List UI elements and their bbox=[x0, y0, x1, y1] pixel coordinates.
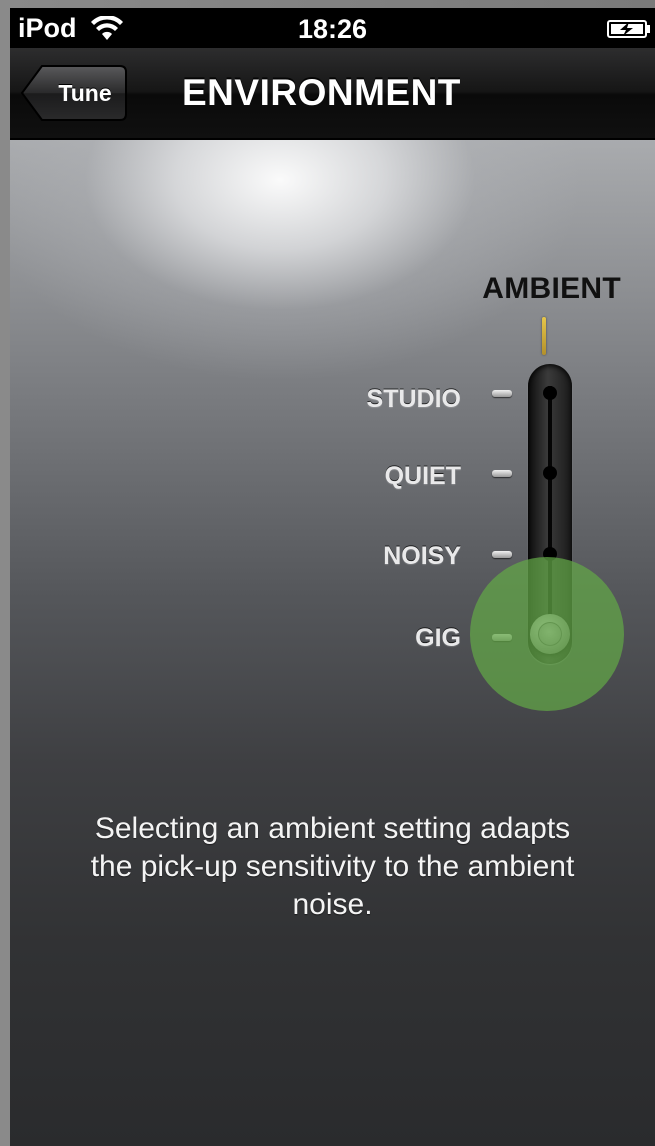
page-title: ENVIRONMENT bbox=[182, 72, 461, 113]
slider-stop-dot bbox=[543, 466, 557, 480]
slider-stop-dot bbox=[543, 547, 557, 561]
device-frame: iPod 18:26 Tune ENVIRONMENT AMBIENT STUD… bbox=[0, 0, 655, 1146]
noisy-tick bbox=[492, 551, 512, 558]
navigation-bar: Tune ENVIRONMENT bbox=[10, 48, 655, 140]
slider-knob[interactable] bbox=[530, 614, 570, 654]
studio-tick bbox=[492, 390, 512, 397]
ambient-heading: AMBIENT bbox=[482, 272, 621, 305]
description-text: Selecting an ambient setting adapts the … bbox=[90, 812, 575, 921]
slider-rail bbox=[548, 386, 552, 648]
back-button[interactable]: Tune bbox=[20, 64, 128, 122]
ambient-indicator bbox=[542, 317, 546, 355]
quiet-tick bbox=[492, 470, 512, 477]
environment-panel: AMBIENT STUDIO QUIET NOISY GIG Selecting… bbox=[10, 140, 655, 1146]
battery-charging-icon bbox=[607, 20, 650, 38]
option-gig[interactable]: GIG bbox=[415, 624, 461, 653]
option-noisy[interactable]: NOISY bbox=[383, 542, 461, 571]
back-button-label: Tune bbox=[58, 80, 112, 106]
option-studio[interactable]: STUDIO bbox=[367, 385, 461, 414]
knob-face bbox=[538, 622, 562, 646]
slider-stop-dot bbox=[543, 386, 557, 400]
clock: 18:26 bbox=[297, 14, 368, 44]
option-quiet[interactable]: QUIET bbox=[385, 462, 461, 491]
status-bar: iPod 18:26 bbox=[10, 8, 655, 48]
gig-tick bbox=[492, 634, 512, 641]
screen: iPod 18:26 Tune ENVIRONMENT AMBIENT STUD… bbox=[10, 8, 655, 1146]
